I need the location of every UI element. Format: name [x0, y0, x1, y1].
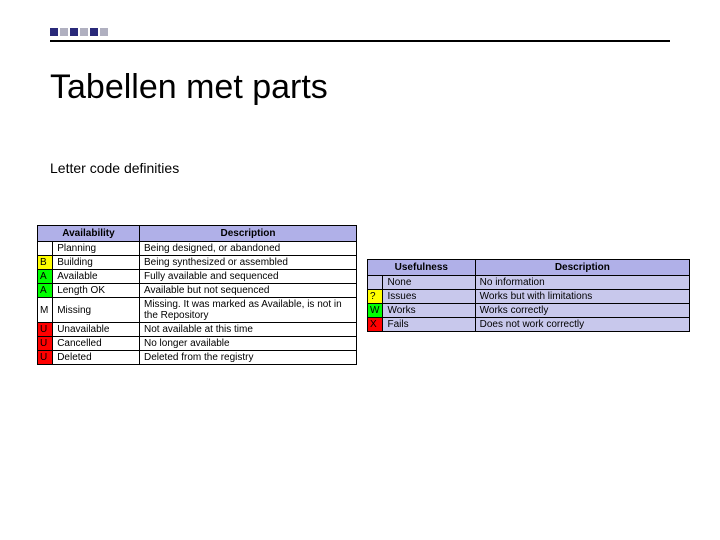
table-row: AAvailableFully available and sequenced	[38, 270, 357, 284]
description-cell: Available but not sequenced	[139, 284, 356, 298]
availability-cell: Planning	[53, 242, 140, 256]
usefulness-table: Usefulness Description NoneNo informatio…	[367, 259, 690, 332]
col-header-availability: Availability	[38, 226, 140, 242]
slide-subtitle: Letter code definities	[50, 160, 179, 176]
availability-cell: Length OK	[53, 284, 140, 298]
table-row: NoneNo information	[368, 275, 690, 289]
availability-cell: Cancelled	[53, 337, 140, 351]
code-cell: ?	[368, 289, 383, 303]
description-cell: No information	[475, 275, 689, 289]
tables-container: Availability Description PlanningBeing d…	[37, 225, 690, 365]
availability-cell: Unavailable	[53, 323, 140, 337]
code-cell: U	[38, 323, 53, 337]
code-cell: U	[38, 351, 53, 365]
description-cell: Being designed, or abandoned	[139, 242, 356, 256]
table-row: WWorksWorks correctly	[368, 303, 690, 317]
table-row: BBuildingBeing synthesized or assembled	[38, 256, 357, 270]
description-cell: No longer available	[139, 337, 356, 351]
availability-cell: Deleted	[53, 351, 140, 365]
table-row: UUnavailableNot available at this time	[38, 323, 357, 337]
table-row: MMissingMissing. It was marked as Availa…	[38, 298, 357, 323]
code-cell: B	[38, 256, 53, 270]
col-header-description: Description	[475, 259, 689, 275]
code-cell: A	[38, 284, 53, 298]
code-cell	[38, 242, 53, 256]
description-cell: Deleted from the registry	[139, 351, 356, 365]
table-row: ?IssuesWorks but with limitations	[368, 289, 690, 303]
slide-title: Tabellen met parts	[50, 68, 328, 107]
usefulness-cell: Fails	[383, 317, 475, 331]
code-cell: U	[38, 337, 53, 351]
usefulness-cell: Works	[383, 303, 475, 317]
usefulness-cell: None	[383, 275, 475, 289]
col-header-usefulness: Usefulness	[368, 259, 476, 275]
table-row: UDeletedDeleted from the registry	[38, 351, 357, 365]
code-cell: M	[38, 298, 53, 323]
description-cell: Works correctly	[475, 303, 689, 317]
code-cell	[368, 275, 383, 289]
table-row: ALength OKAvailable but not sequenced	[38, 284, 357, 298]
availability-table: Availability Description PlanningBeing d…	[37, 225, 357, 365]
col-header-description: Description	[139, 226, 356, 242]
table-row: UCancelledNo longer available	[38, 337, 357, 351]
code-cell: X	[368, 317, 383, 331]
code-cell: A	[38, 270, 53, 284]
description-cell: Works but with limitations	[475, 289, 689, 303]
description-cell: Does not work correctly	[475, 317, 689, 331]
code-cell: W	[368, 303, 383, 317]
description-cell: Being synthesized or assembled	[139, 256, 356, 270]
description-cell: Not available at this time	[139, 323, 356, 337]
usefulness-cell: Issues	[383, 289, 475, 303]
horizontal-rule	[50, 40, 670, 42]
availability-cell: Missing	[53, 298, 140, 323]
availability-cell: Available	[53, 270, 140, 284]
availability-cell: Building	[53, 256, 140, 270]
table-row: PlanningBeing designed, or abandoned	[38, 242, 357, 256]
slide-decor-squares	[50, 28, 108, 36]
description-cell: Fully available and sequenced	[139, 270, 356, 284]
description-cell: Missing. It was marked as Available, is …	[139, 298, 356, 323]
table-row: XFailsDoes not work correctly	[368, 317, 690, 331]
